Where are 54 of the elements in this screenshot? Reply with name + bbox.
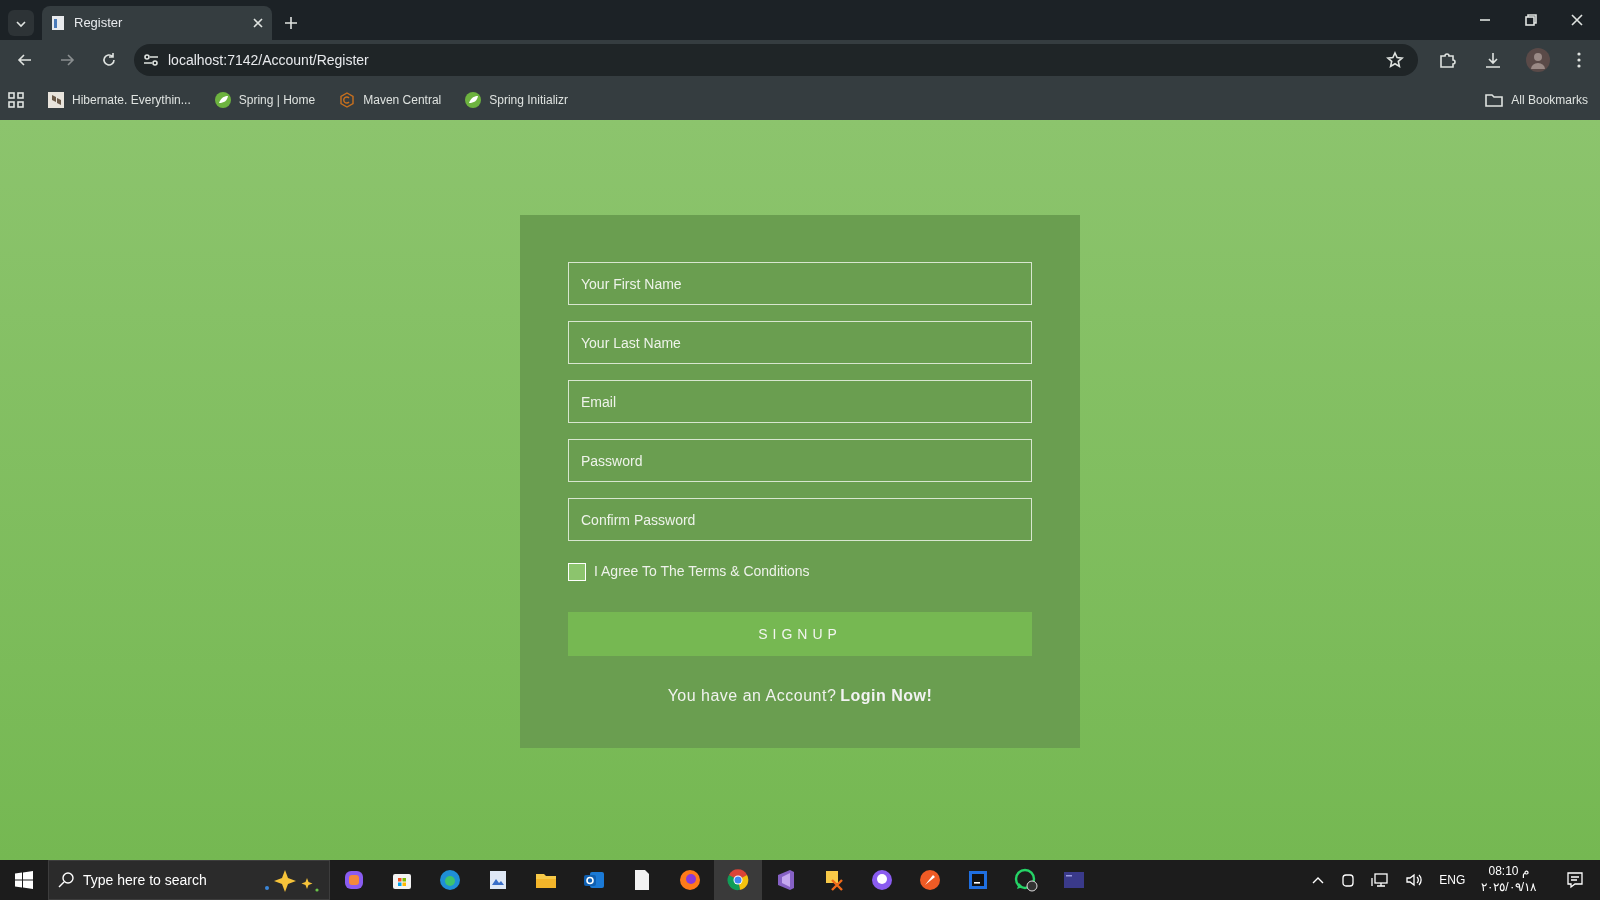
input-field[interactable]: Your First Name xyxy=(568,262,1032,305)
tab-title: Register xyxy=(74,14,124,33)
terms-label: I Agree To The Terms & Conditions xyxy=(594,562,810,581)
close-icon[interactable] xyxy=(1570,13,1584,27)
restore-icon[interactable] xyxy=(1524,13,1538,27)
search-icon xyxy=(57,871,75,889)
puzzle-icon[interactable] xyxy=(1438,51,1456,69)
taskbar-search-field[interactable]: Type here to search xyxy=(48,860,330,900)
reload-icon[interactable] xyxy=(100,51,118,69)
star-icon[interactable] xyxy=(1386,51,1404,69)
document-icon xyxy=(50,15,66,31)
site-settings-icon[interactable] xyxy=(142,51,160,69)
login-prompt: You have an Account? xyxy=(667,686,837,706)
browser-icon xyxy=(438,868,462,892)
bookmark[interactable]: Maven Central xyxy=(335,89,446,111)
language-indicator[interactable]: ENG xyxy=(1439,871,1466,889)
bookmark[interactable]: Spring Initializr xyxy=(461,89,572,111)
download-icon[interactable] xyxy=(1484,51,1502,69)
address-bar[interactable]: localhost:7142/Account/Register xyxy=(134,44,1418,76)
folder-icon xyxy=(1485,92,1504,108)
sparkle-icon xyxy=(263,868,321,892)
input-field[interactable]: Confirm Password xyxy=(568,498,1032,541)
input-field[interactable]: Password xyxy=(568,439,1032,482)
leaf-icon xyxy=(465,92,482,108)
bookmark[interactable]: Spring | Home xyxy=(210,89,320,111)
new-tab-icon[interactable] xyxy=(284,16,298,30)
camera-icon[interactable] xyxy=(1341,872,1356,888)
app-icon xyxy=(342,868,366,892)
globe-icon xyxy=(726,868,750,892)
taskbar-app-button[interactable] xyxy=(714,860,762,900)
clock-date[interactable]: ٢٠٢٥/٠٩/١٨ xyxy=(1481,880,1536,896)
avatar-icon[interactable] xyxy=(1526,48,1550,72)
input-field[interactable]: Email xyxy=(568,380,1032,423)
speaker-icon[interactable] xyxy=(1405,872,1424,888)
network-icon[interactable] xyxy=(1371,872,1390,888)
windows-icon xyxy=(15,871,33,889)
browser-tab[interactable]: Register xyxy=(42,6,272,40)
notification-icon[interactable] xyxy=(1566,871,1584,889)
tab-search-button[interactable] xyxy=(8,10,34,36)
input-field[interactable]: Your Last Name xyxy=(568,321,1032,364)
terms-checkbox[interactable] xyxy=(568,562,586,581)
url-text: localhost:7142/Account/Register xyxy=(168,50,370,70)
close-icon[interactable] xyxy=(252,17,264,29)
hexagon-icon xyxy=(339,92,356,108)
all-bookmarks-button[interactable]: All Bookmarks xyxy=(1481,89,1592,111)
leaf-icon xyxy=(214,92,231,108)
apps-grid-icon[interactable] xyxy=(8,92,24,108)
code-editor-icon xyxy=(966,868,990,892)
clock-time[interactable]: 08:10 م xyxy=(1488,864,1529,880)
more-icon[interactable] xyxy=(1576,51,1582,69)
bookmark[interactable]: Hibernate. Everythin... xyxy=(44,89,195,111)
search-placeholder: Type here to search xyxy=(83,870,208,890)
cube-icon xyxy=(48,92,64,108)
chat-icon xyxy=(1014,868,1038,892)
